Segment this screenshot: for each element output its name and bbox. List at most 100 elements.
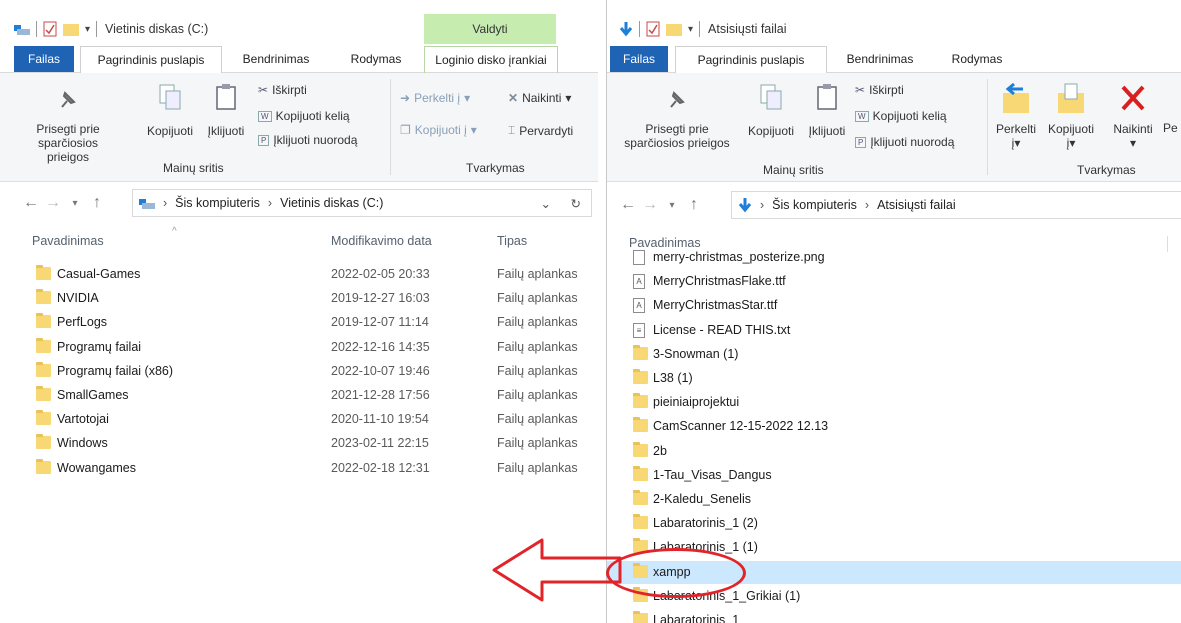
back-arrow-icon[interactable]: ← <box>20 194 42 212</box>
pin-label-1: Prisegti prie <box>36 122 100 136</box>
group-clipboard-label: Mainų sritis <box>163 161 224 175</box>
file-type: Failų aplankas <box>497 363 578 378</box>
tab-share[interactable]: Bendrinimas <box>228 46 324 72</box>
rename-button-partial[interactable]: Pe <box>1163 121 1181 135</box>
tab-home[interactable]: Pagrindinis puslapis <box>675 46 827 74</box>
table-row[interactable]: merry-christmas_posterize.png <box>607 246 1181 269</box>
breadcrumb-this-pc[interactable]: Šis kompiuteris <box>175 196 260 210</box>
table-row[interactable]: NVIDIA 2019-12-27 16:03 Failų aplankas <box>0 287 598 310</box>
customize-toolbar-icon[interactable]: ▾ <box>85 24 90 35</box>
table-row[interactable]: Programų failai 2022-12-16 14:35 Failų apl… <box>0 336 598 359</box>
delete-button[interactable]: Naikinti ▾ <box>1105 83 1161 150</box>
copy-path-label: Kopijuoti kelią <box>872 109 947 123</box>
table-row[interactable]: ≡ License - READ THIS.txt <box>607 319 1181 342</box>
tab-file[interactable]: Failas <box>610 46 668 72</box>
copy-path-button[interactable]: W Kopijuoti kelią <box>855 109 947 123</box>
address-dropdown-icon[interactable]: ⌄ <box>541 196 551 211</box>
move-to-label: Perkelti į <box>414 91 461 105</box>
table-row[interactable]: 3-Snowman (1) <box>607 343 1181 366</box>
copy-to-button[interactable]: ❐ Kopijuoti į ▾ <box>400 123 477 137</box>
address-bar[interactable]: › Šis kompiuteris › Atsisiųsti failai <box>731 191 1181 219</box>
tab-view[interactable]: Rodymas <box>336 46 416 72</box>
cut-button[interactable]: ✂ Iškirpti <box>258 83 307 97</box>
move-to-button[interactable]: ➜ Perkelti į ▾ <box>400 91 470 105</box>
address-bar[interactable]: › Šis kompiuteris › Vietinis diskas (C:)… <box>132 189 592 217</box>
table-row[interactable]: 1-Tau_Visas_Dangus <box>607 464 1181 487</box>
pin-label-2: sparčiosios prieigos <box>37 136 99 164</box>
tab-drive-tools[interactable]: Loginio disko įrankiai <box>424 46 558 73</box>
pin-quick-access-button[interactable]: Prisegti prie sparčiosios prieigos <box>617 87 737 150</box>
paste-shortcut-button[interactable]: P Įklijuoti nuorodą <box>258 133 357 147</box>
table-row[interactable]: A MerryChristmasFlake.ttf <box>607 270 1181 293</box>
paste-button[interactable]: Įklijuoti <box>799 83 855 138</box>
annotation-oval <box>606 548 746 598</box>
column-date[interactable]: Modifikavimo data <box>331 234 432 248</box>
table-row[interactable]: Windows 2023-02-11 22:15 Failų aplankas <box>0 432 598 455</box>
file-date: 2022-12-16 14:35 <box>331 339 430 354</box>
table-row[interactable]: pieiniaiprojektui <box>607 391 1181 414</box>
table-row[interactable]: Programų failai (x86) 2022-10-07 19:46 Fai… <box>0 360 598 383</box>
rename-button[interactable]: ⌶ Pervardyti <box>508 123 573 138</box>
table-row[interactable]: CamScanner 12-15-2022 12.13 <box>607 415 1181 438</box>
column-headers: Pavadinimas ^ Modifikavimo data Tipas <box>0 226 598 254</box>
paste-shortcut-button[interactable]: P Įklijuoti nuorodą <box>855 135 954 149</box>
table-row[interactable]: 2b <box>607 440 1181 463</box>
file-name: 2-Kaledu_Senelis <box>653 492 751 506</box>
column-type[interactable]: Tipas <box>497 234 527 248</box>
file-name: Programų failai (x86) <box>57 363 174 378</box>
table-row[interactable]: Labaratorinis_1 (2) <box>607 512 1181 535</box>
refresh-icon[interactable]: ↻ <box>571 196 581 211</box>
properties-icon[interactable] <box>43 21 57 37</box>
table-row[interactable]: L38 (1) <box>607 367 1181 390</box>
breadcrumb-downloads[interactable]: Atsisiųsti failai <box>877 198 956 212</box>
copy-button[interactable]: Kopijuoti <box>142 83 198 138</box>
column-name[interactable]: Pavadinimas <box>32 234 104 248</box>
up-arrow-icon[interactable]: ↑ <box>683 196 705 214</box>
forward-arrow-icon[interactable]: → <box>42 194 64 212</box>
tab-file[interactable]: Failas <box>14 46 74 72</box>
table-row[interactable]: Labaratorinis_1 <box>607 609 1181 623</box>
copy-label: Kopijuoti <box>747 124 795 138</box>
group-organize-label: Tvarkymas <box>1077 163 1136 177</box>
table-row[interactable]: Vartotojai 2020-11-10 19:54 Failų aplankas <box>0 408 598 431</box>
new-folder-icon[interactable] <box>63 22 79 36</box>
right-explorer-window: ▾ Atsisiųsti failai Failas Pagrindinis p… <box>606 0 1181 623</box>
properties-icon[interactable] <box>646 21 660 37</box>
up-arrow-icon[interactable]: ↑ <box>86 194 108 212</box>
tab-home[interactable]: Pagrindinis puslapis <box>80 46 222 74</box>
paste-button[interactable]: Įklijuoti <box>198 83 254 138</box>
table-row[interactable]: PerfLogs 2019-12-07 11:14 Failų aplankas <box>0 311 598 334</box>
new-folder-icon[interactable] <box>666 22 682 36</box>
file-type: Failų aplankas <box>497 267 578 281</box>
table-row[interactable]: 2-Kaledu_Senelis <box>607 488 1181 511</box>
file-type: Failų aplankas <box>497 388 578 402</box>
copy-to-button[interactable]: Kopijuoti į▾ <box>1043 83 1099 150</box>
delete-button[interactable]: ✕ Naikinti ▾ <box>508 91 571 105</box>
pin-quick-access-button[interactable]: Prisegti prie sparčiosios prieigos <box>18 87 118 164</box>
cut-label: Iškirpti <box>869 83 904 97</box>
breadcrumb-this-pc[interactable]: Šis kompiuteris <box>772 198 857 212</box>
customize-toolbar-icon[interactable]: ▾ <box>688 24 693 35</box>
back-arrow-icon[interactable]: ← <box>617 196 639 214</box>
folder-icon <box>633 344 648 360</box>
table-row[interactable]: SmallGames 2021-12-28 17:56 Failų aplankas <box>0 384 598 407</box>
copy-path-button[interactable]: W Kopijuoti kelią <box>258 109 350 123</box>
recent-dropdown-icon[interactable]: ▾ <box>661 200 683 211</box>
table-row[interactable]: Wowangames 2022-02-18 12:31 Failų aplankas <box>0 457 598 480</box>
recent-dropdown-icon[interactable]: ▾ <box>64 198 86 209</box>
table-row[interactable]: A MerryChristmasStar.ttf <box>607 294 1181 317</box>
breadcrumb-drive[interactable]: Vietinis diskas (C:) <box>280 196 383 210</box>
group-organize-label: Tvarkymas <box>466 161 525 175</box>
forward-arrow-icon[interactable]: → <box>639 196 661 214</box>
tab-view[interactable]: Rodymas <box>937 46 1017 72</box>
file-name: 3-Snowman (1) <box>653 346 739 361</box>
address-row: ← → ▾ ↑ › Šis kompiuteris › Atsisiųsti f… <box>607 188 1181 222</box>
cut-button[interactable]: ✂ Iškirpti <box>855 83 904 97</box>
table-row[interactable]: Casual-Games 2022-02-05 20:33 Failų aplank… <box>0 263 598 286</box>
paste-shortcut-icon: P <box>258 134 270 146</box>
tab-share[interactable]: Bendrinimas <box>835 46 925 72</box>
file-name: PerfLogs <box>57 315 108 330</box>
copy-button[interactable]: Kopijuoti <box>741 83 801 138</box>
move-to-button[interactable]: Perkelti į▾ <box>991 82 1041 150</box>
file-type: Failų aplankas <box>497 315 578 330</box>
